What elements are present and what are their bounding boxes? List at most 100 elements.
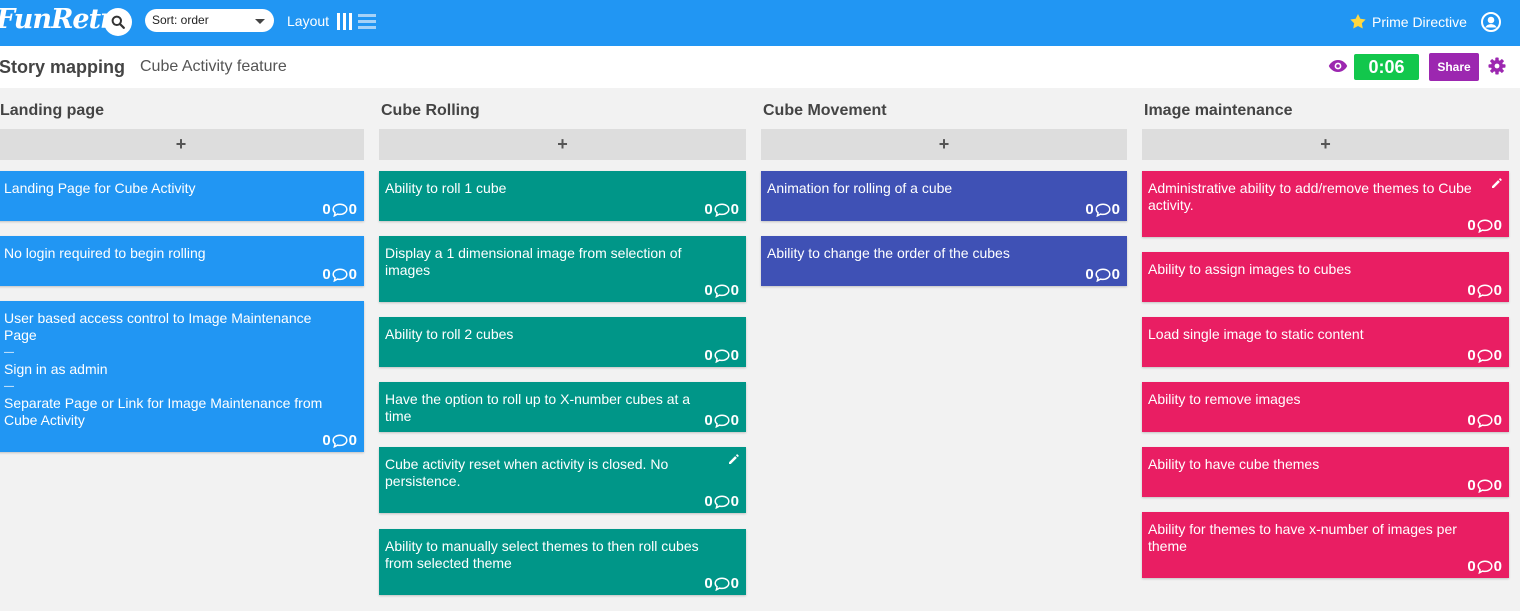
- vote-count[interactable]: 0: [704, 412, 712, 429]
- card[interactable]: Ability to roll 2 cubes 0 0: [379, 317, 746, 367]
- card[interactable]: Cube activity reset when activity is clo…: [379, 447, 746, 513]
- card-counts: 00: [1467, 282, 1502, 299]
- search-button[interactable]: [104, 8, 132, 36]
- card-counts: 00: [322, 432, 357, 449]
- card-text: User based access control to Image Maint…: [4, 310, 336, 429]
- card-text-line: User based access control to Image Maint…: [4, 310, 312, 326]
- card-text: Ability to remove images: [1148, 391, 1481, 408]
- board-title: Story mapping: [0, 57, 126, 77]
- layout-label: Layout: [287, 13, 330, 29]
- card[interactable]: Have the option to roll up to X-number c…: [379, 382, 746, 432]
- star-icon: [1350, 14, 1366, 29]
- comment-icon: [1095, 267, 1111, 282]
- card[interactable]: Load single image to static content 0 0: [1142, 317, 1509, 367]
- comment-icon: [1477, 348, 1493, 363]
- comment-count[interactable]: 0: [1494, 558, 1502, 575]
- vote-count[interactable]: 0: [704, 201, 712, 218]
- vote-count[interactable]: 0: [1085, 201, 1093, 218]
- comment-count[interactable]: 0: [349, 266, 357, 283]
- comment-count[interactable]: 0: [1494, 282, 1502, 299]
- card-counts: 00: [1085, 266, 1120, 283]
- vote-count[interactable]: 0: [704, 347, 712, 364]
- card[interactable]: Display a 1 dimensional image from selec…: [379, 236, 746, 302]
- vote-count[interactable]: 0: [704, 493, 712, 510]
- vote-count[interactable]: 0: [1467, 477, 1475, 494]
- share-button[interactable]: Share: [1429, 53, 1479, 81]
- sort-select[interactable]: Sort: order: [145, 9, 274, 32]
- add-card-button[interactable]: +: [379, 129, 746, 160]
- vote-count[interactable]: 0: [1467, 412, 1475, 429]
- card-text: Load single image to static content: [1148, 326, 1481, 343]
- card-counts: 00: [1467, 217, 1502, 234]
- columns-layout-icon[interactable]: [337, 13, 352, 30]
- vote-count[interactable]: 0: [1085, 266, 1093, 283]
- comment-icon: [1477, 478, 1493, 493]
- card[interactable]: No login required to begin rolling 0 0: [0, 236, 364, 286]
- card-counts: 00: [704, 282, 739, 299]
- add-card-button[interactable]: +: [761, 129, 1127, 160]
- comment-count[interactable]: 0: [1494, 477, 1502, 494]
- comment-count[interactable]: 0: [731, 201, 739, 218]
- card-text-line: Cube activity reset when activity is clo…: [385, 456, 669, 472]
- card[interactable]: Ability to manually select themes to the…: [379, 529, 746, 595]
- column-title: Cube Rolling: [381, 102, 480, 119]
- card[interactable]: Ability to have cube themes 0 0: [1142, 447, 1509, 497]
- card-separator: —: [4, 381, 14, 392]
- comment-count[interactable]: 0: [1112, 201, 1120, 218]
- vote-count[interactable]: 0: [322, 432, 330, 449]
- card[interactable]: User based access control to Image Maint…: [0, 301, 364, 452]
- edit-pencil-icon[interactable]: [728, 453, 740, 465]
- card[interactable]: Ability to roll 1 cube 0 0: [379, 171, 746, 221]
- comment-icon: [714, 576, 730, 591]
- comment-count[interactable]: 0: [731, 282, 739, 299]
- card[interactable]: Ability to assign images to cubes 0 0: [1142, 252, 1509, 302]
- card-text: No login required to begin rolling: [4, 245, 336, 262]
- card-counts: 00: [1467, 477, 1502, 494]
- card-text-line: Cube Activity: [4, 412, 85, 428]
- vote-count[interactable]: 0: [704, 282, 712, 299]
- add-card-button[interactable]: +: [1142, 129, 1509, 160]
- rows-layout-icon[interactable]: [358, 14, 376, 29]
- vote-count[interactable]: 0: [704, 575, 712, 592]
- column-title: Cube Movement: [763, 102, 887, 119]
- comment-icon: [1095, 202, 1111, 217]
- comment-count[interactable]: 0: [349, 201, 357, 218]
- card-counts: 00: [704, 201, 739, 218]
- add-card-button[interactable]: +: [0, 129, 364, 160]
- comment-count[interactable]: 0: [731, 347, 739, 364]
- card-text-line: Sign in as admin: [4, 361, 108, 377]
- search-icon: [111, 15, 125, 29]
- comment-count[interactable]: 0: [731, 493, 739, 510]
- vote-count[interactable]: 0: [1467, 282, 1475, 299]
- card-text: Ability to assign images to cubes: [1148, 261, 1481, 278]
- comment-count[interactable]: 0: [1112, 266, 1120, 283]
- timer[interactable]: 0:06: [1354, 54, 1419, 80]
- edit-pencil-icon[interactable]: [1491, 177, 1503, 189]
- card[interactable]: Ability to remove images 0 0: [1142, 382, 1509, 432]
- vote-count[interactable]: 0: [1467, 217, 1475, 234]
- comment-count[interactable]: 0: [731, 412, 739, 429]
- comment-count[interactable]: 0: [349, 432, 357, 449]
- card[interactable]: Landing Page for Cube Activity 0 0: [0, 171, 364, 221]
- comment-count[interactable]: 0: [1494, 347, 1502, 364]
- comment-count[interactable]: 0: [1494, 412, 1502, 429]
- card[interactable]: Ability for themes to have x-number of i…: [1142, 512, 1509, 578]
- card[interactable]: Animation for rolling of a cube 0 0: [761, 171, 1127, 221]
- prime-directive-link[interactable]: Prime Directive: [1372, 14, 1467, 30]
- card-text-line: Separate Page or Link for Image Maintena…: [4, 395, 323, 411]
- vote-count[interactable]: 0: [322, 201, 330, 218]
- card-text-line: Ability to manually select themes to the…: [385, 538, 699, 554]
- comment-count[interactable]: 0: [1494, 217, 1502, 234]
- vote-count[interactable]: 0: [1467, 558, 1475, 575]
- card-text: Ability to have cube themes: [1148, 456, 1481, 473]
- card-text: Display a 1 dimensional image from selec…: [385, 245, 718, 279]
- account-icon[interactable]: [1481, 12, 1501, 32]
- comment-icon: [332, 267, 348, 282]
- vote-count[interactable]: 0: [322, 266, 330, 283]
- card[interactable]: Administrative ability to add/remove the…: [1142, 171, 1509, 237]
- card[interactable]: Ability to change the order of the cubes…: [761, 236, 1127, 286]
- vote-count[interactable]: 0: [1467, 347, 1475, 364]
- gear-icon[interactable]: [1488, 57, 1506, 75]
- eye-icon[interactable]: [1328, 59, 1348, 73]
- comment-count[interactable]: 0: [731, 575, 739, 592]
